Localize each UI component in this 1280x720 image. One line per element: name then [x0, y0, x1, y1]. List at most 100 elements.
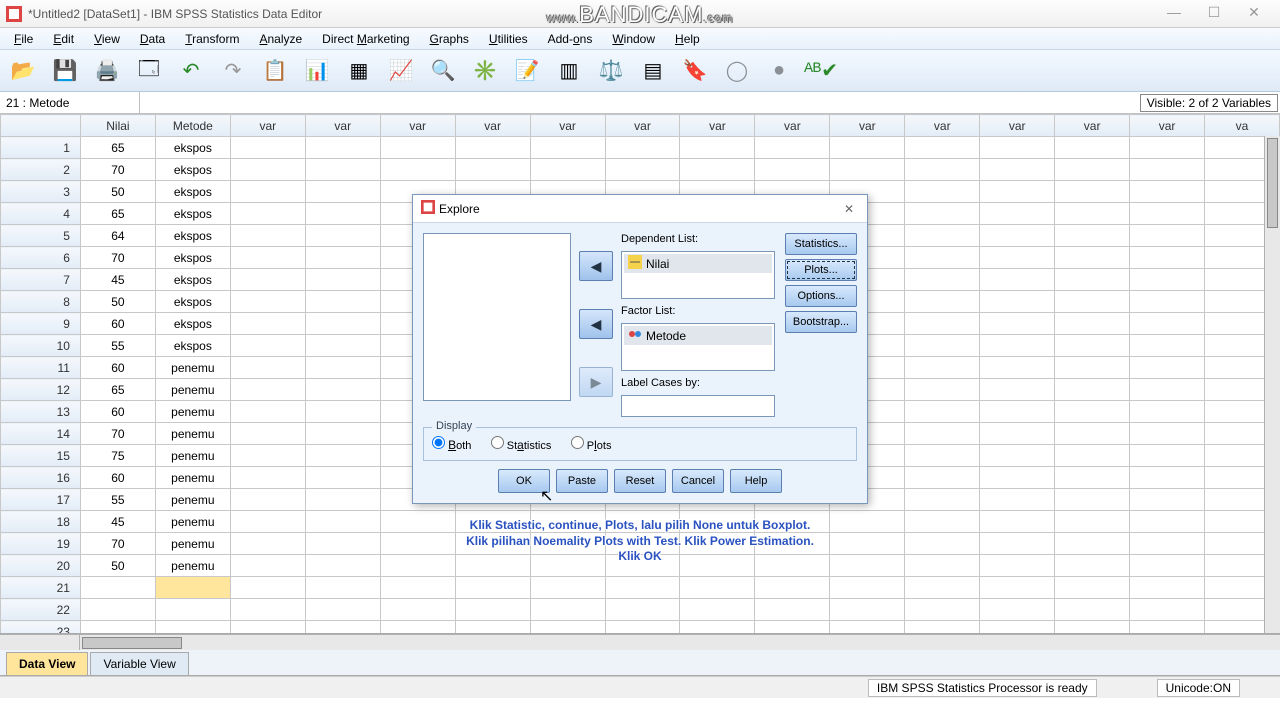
select-cases-icon[interactable]: ▤ [638, 56, 668, 86]
cell[interactable]: penemu [155, 379, 230, 401]
cell[interactable]: 65 [80, 203, 155, 225]
menu-file[interactable]: File [4, 30, 43, 48]
cell[interactable] [980, 181, 1055, 203]
cell[interactable] [980, 335, 1055, 357]
tab-variable-view[interactable]: Variable View [90, 652, 188, 675]
cell[interactable] [230, 137, 305, 159]
cell[interactable] [305, 203, 380, 225]
cell[interactable]: 60 [80, 401, 155, 423]
cell[interactable] [980, 291, 1055, 313]
cell[interactable] [1055, 159, 1130, 181]
horizontal-scrollbar[interactable] [0, 634, 1280, 650]
cell[interactable]: 60 [80, 313, 155, 335]
cell[interactable] [755, 621, 830, 635]
column-header[interactable]: var [305, 115, 380, 137]
cell[interactable] [1130, 489, 1205, 511]
cell[interactable] [1055, 489, 1130, 511]
cell[interactable] [305, 137, 380, 159]
cell[interactable] [530, 159, 605, 181]
cell[interactable] [830, 577, 905, 599]
goto-var-icon[interactable]: 📊 [302, 56, 332, 86]
cell[interactable] [230, 269, 305, 291]
cell[interactable]: 65 [80, 379, 155, 401]
row-header[interactable]: 1 [1, 137, 81, 159]
reset-button[interactable]: Reset [614, 469, 666, 493]
cell[interactable] [1055, 357, 1130, 379]
cell[interactable] [305, 181, 380, 203]
cell[interactable] [1130, 181, 1205, 203]
row-header[interactable]: 23 [1, 621, 81, 635]
variables-icon[interactable]: ▦ [344, 56, 374, 86]
cell[interactable]: ekspos [155, 335, 230, 357]
tab-data-view[interactable]: Data View [6, 652, 88, 675]
menu-help[interactable]: Help [665, 30, 710, 48]
cell[interactable]: ekspos [155, 181, 230, 203]
save-icon[interactable]: 💾 [50, 56, 80, 86]
cell[interactable] [980, 621, 1055, 635]
split-file-icon[interactable]: ▥ [554, 56, 584, 86]
cell[interactable] [905, 577, 980, 599]
cell[interactable]: 60 [80, 467, 155, 489]
cell[interactable] [155, 599, 230, 621]
cell[interactable] [230, 423, 305, 445]
radio-statistics[interactable]: Statistics [491, 440, 552, 452]
cell[interactable] [905, 269, 980, 291]
cell[interactable] [905, 137, 980, 159]
insert-var-icon[interactable]: 📝 [512, 56, 542, 86]
column-header[interactable]: va [1205, 115, 1280, 137]
cell[interactable] [905, 203, 980, 225]
move-to-factor-button[interactable]: ◀ [579, 309, 613, 339]
find-icon[interactable]: 🔍 [428, 56, 458, 86]
cell[interactable] [1130, 621, 1205, 635]
move-to-dependent-button[interactable]: ◀ [579, 251, 613, 281]
row-header[interactable]: 6 [1, 247, 81, 269]
maximize-button[interactable]: ☐ [1194, 4, 1234, 24]
cell[interactable] [1130, 159, 1205, 181]
cell[interactable] [1055, 577, 1130, 599]
cell[interactable] [980, 137, 1055, 159]
cell[interactable]: ekspos [155, 291, 230, 313]
cell[interactable] [455, 137, 530, 159]
cell[interactable] [1130, 533, 1205, 555]
cell[interactable] [905, 445, 980, 467]
row-header[interactable]: 10 [1, 335, 81, 357]
cell[interactable]: 45 [80, 269, 155, 291]
cell[interactable] [305, 269, 380, 291]
cell[interactable]: 50 [80, 181, 155, 203]
cell[interactable] [80, 599, 155, 621]
cell[interactable]: ekspos [155, 159, 230, 181]
cell[interactable] [305, 379, 380, 401]
cell[interactable] [1055, 247, 1130, 269]
recall-dialog-icon[interactable]: 🗔 [134, 56, 164, 86]
row-header[interactable]: 9 [1, 313, 81, 335]
cell[interactable] [905, 247, 980, 269]
cell[interactable]: penemu [155, 401, 230, 423]
label-cases-list[interactable] [621, 395, 775, 417]
cell[interactable] [680, 137, 755, 159]
cell[interactable] [455, 599, 530, 621]
cell[interactable]: 70 [80, 159, 155, 181]
cell[interactable] [905, 225, 980, 247]
plots-button[interactable]: Plots... [785, 259, 857, 281]
cell[interactable] [980, 467, 1055, 489]
row-header[interactable]: 11 [1, 357, 81, 379]
cell[interactable] [905, 291, 980, 313]
row-header[interactable]: 19 [1, 533, 81, 555]
insert-case-icon[interactable]: ✳️ [470, 56, 500, 86]
cell[interactable] [230, 335, 305, 357]
cell[interactable] [830, 621, 905, 635]
cell[interactable] [1130, 247, 1205, 269]
cell[interactable] [605, 621, 680, 635]
cell[interactable] [455, 159, 530, 181]
cell[interactable] [155, 621, 230, 635]
statistics-button[interactable]: Statistics... [785, 233, 857, 255]
cell[interactable] [680, 599, 755, 621]
column-header[interactable]: var [680, 115, 755, 137]
cell[interactable]: 70 [80, 247, 155, 269]
cell[interactable] [1055, 401, 1130, 423]
column-header[interactable]: var [530, 115, 605, 137]
row-header[interactable]: 5 [1, 225, 81, 247]
menu-addons[interactable]: Add-ons [538, 30, 603, 48]
cell[interactable] [530, 137, 605, 159]
menu-transform[interactable]: Transform [175, 30, 249, 48]
